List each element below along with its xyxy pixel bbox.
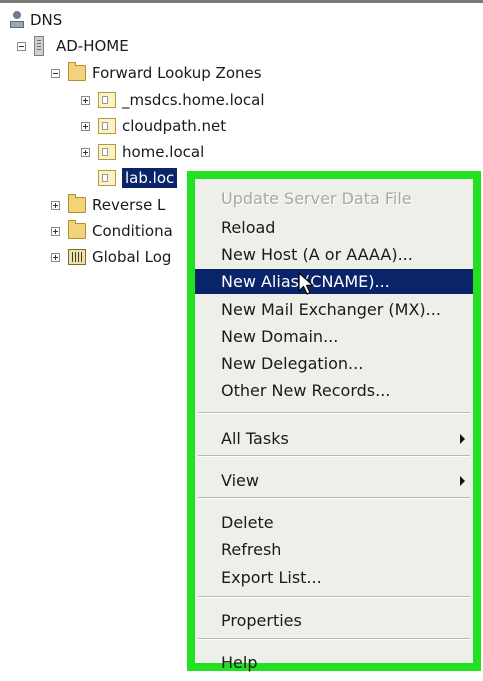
tree-node-zone[interactable]: home.local: [81, 140, 204, 164]
menu-item-new-mail-exchanger[interactable]: New Mail Exchanger (MX)...: [195, 297, 473, 322]
menu-item-label: Export List...: [221, 568, 322, 587]
zone-icon: [98, 170, 116, 186]
menu-item-all-tasks[interactable]: All Tasks: [195, 426, 473, 451]
menu-item-export-list[interactable]: Export List...: [195, 565, 473, 590]
tree-node-label: lab.loc: [122, 168, 178, 188]
tree-node-label: home.local: [122, 143, 205, 161]
tree-node-reverse-lookup-zones[interactable]: Reverse L: [51, 193, 165, 217]
expand-icon[interactable]: [51, 252, 60, 262]
tree-node-dns[interactable]: DNS: [10, 8, 62, 32]
menu-item-label: Properties: [221, 611, 302, 630]
menu-item-help[interactable]: Help: [195, 650, 473, 675]
submenu-arrow-icon: [460, 434, 465, 444]
folder-icon: [68, 220, 86, 239]
tree-node-label: cloudpath.net: [122, 117, 227, 135]
tree-node-label: AD-HOME: [56, 37, 129, 55]
tree-node-conditional-forwarders[interactable]: Conditiona: [51, 219, 173, 243]
tree-node-zone[interactable]: _msdcs.home.local: [81, 88, 265, 112]
menu-separator: [198, 638, 470, 640]
folder-icon: [68, 194, 86, 213]
submenu-arrow-icon: [460, 476, 465, 486]
context-menu: Update Server Data File Reload New Host …: [187, 171, 481, 672]
tree-node-zone-selected[interactable]: lab.loc: [81, 166, 178, 190]
menu-item-label: New Delegation...: [221, 354, 364, 373]
tree-node-label: Global Log: [92, 248, 172, 266]
expand-icon[interactable]: [51, 200, 60, 210]
global-logs-icon: [68, 249, 86, 265]
menu-item-other-new-records[interactable]: Other New Records...: [195, 378, 473, 403]
tree-node-label: Reverse L: [92, 196, 166, 214]
tree-node-label: Forward Lookup Zones: [92, 64, 262, 82]
tree-node-ad-home[interactable]: AD-HOME: [17, 34, 129, 58]
menu-item-new-delegation[interactable]: New Delegation...: [195, 351, 473, 376]
menu-item-new-domain[interactable]: New Domain...: [195, 324, 473, 349]
collapse-icon[interactable]: [17, 41, 26, 51]
menu-item-label: Update Server Data File: [221, 189, 412, 208]
menu-item-label: Refresh: [221, 540, 282, 559]
tree-node-label: _msdcs.home.local: [122, 91, 265, 109]
tree-node-label: DNS: [30, 11, 63, 29]
tree-node-forward-lookup-zones[interactable]: Forward Lookup Zones: [51, 61, 262, 85]
folder-icon: [68, 62, 86, 81]
menu-item-label: Other New Records...: [221, 381, 391, 400]
zone-icon: [98, 92, 116, 108]
tree-node-label: Conditiona: [92, 222, 173, 240]
menu-item-label: New Host (A or AAAA)...: [221, 245, 413, 264]
menu-item-label: New Domain...: [221, 327, 339, 346]
menu-item-label: Reload: [221, 218, 276, 237]
zone-icon: [98, 144, 116, 160]
expand-icon[interactable]: [81, 147, 90, 157]
menu-item-refresh[interactable]: Refresh: [195, 537, 473, 562]
expand-icon[interactable]: [81, 121, 90, 131]
dns-server-icon: [10, 11, 24, 29]
menu-item-label: View: [221, 471, 259, 490]
menu-item-new-host[interactable]: New Host (A or AAAA)...: [195, 242, 473, 267]
menu-item-update-server-data-file: Update Server Data File: [195, 186, 473, 211]
menu-item-label: All Tasks: [221, 429, 289, 448]
menu-separator: [198, 596, 470, 598]
expand-icon[interactable]: [81, 95, 90, 105]
menu-item-label: New Mail Exchanger (MX)...: [221, 300, 441, 319]
tree-node-global-logs[interactable]: Global Log: [51, 245, 171, 269]
menu-item-label: Help: [221, 653, 258, 672]
menu-item-new-alias[interactable]: New Alias (CNAME)...: [195, 269, 473, 294]
expand-icon[interactable]: [51, 226, 60, 236]
menu-item-reload[interactable]: Reload: [195, 215, 473, 240]
menu-item-label: Delete: [221, 513, 274, 532]
menu-item-view[interactable]: View: [195, 468, 473, 493]
menu-item-delete[interactable]: Delete: [195, 510, 473, 535]
menu-separator: [198, 497, 470, 499]
menu-separator: [198, 455, 470, 457]
menu-separator: [198, 412, 470, 414]
mouse-pointer-icon: [298, 272, 314, 295]
tree-node-zone[interactable]: cloudpath.net: [81, 114, 226, 138]
zone-icon: [98, 118, 116, 134]
collapse-icon[interactable]: [51, 68, 60, 78]
server-icon: [34, 36, 44, 56]
menu-item-properties[interactable]: Properties: [195, 608, 473, 633]
